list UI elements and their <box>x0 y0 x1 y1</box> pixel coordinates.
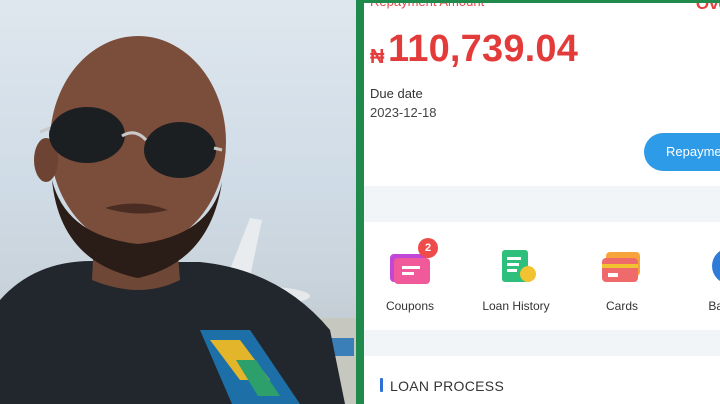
menu-item-label: Loan History <box>482 299 550 313</box>
coupon-icon: 2 <box>388 238 438 286</box>
bank-icon <box>700 246 720 286</box>
menu-item-coupons[interactable]: 2 Coupons <box>370 222 450 330</box>
cards-icon <box>600 246 644 286</box>
naira-symbol: ₦ <box>370 46 385 68</box>
repayment-amount-value: 110,739.04 <box>388 28 579 70</box>
repayment-button[interactable]: Repayme <box>644 133 720 171</box>
menu-item-bank[interactable]: Bank <box>682 222 720 330</box>
loan-history-icon <box>494 246 538 286</box>
menu-item-label: Cards <box>605 299 638 313</box>
quick-menu: 2 Coupons Loan History Cards Ba <box>364 222 720 330</box>
menu-item-cards[interactable]: Cards <box>582 222 662 330</box>
due-date-label: Due date <box>370 86 423 101</box>
section-accent-bar <box>380 378 383 392</box>
green-frame-top <box>362 0 720 3</box>
loan-app-panel: Repayment Amount Ove ₦ 110,739.04 Due da… <box>364 0 720 404</box>
menu-item-label: Bank <box>708 299 720 313</box>
loan-process-title: LOAN PROCESS <box>390 378 505 394</box>
menu-item-label: Coupons <box>385 299 435 313</box>
repayment-card: Repayment Amount Ove ₦ 110,739.04 Due da… <box>364 0 720 186</box>
due-date-value: 2023-12-18 <box>370 105 437 120</box>
menu-item-loan-history[interactable]: Loan History <box>476 222 556 330</box>
selfie-photo <box>0 0 358 404</box>
selfie-illustration <box>0 36 358 404</box>
coupons-badge: 2 <box>418 238 438 258</box>
green-divider <box>356 0 364 404</box>
